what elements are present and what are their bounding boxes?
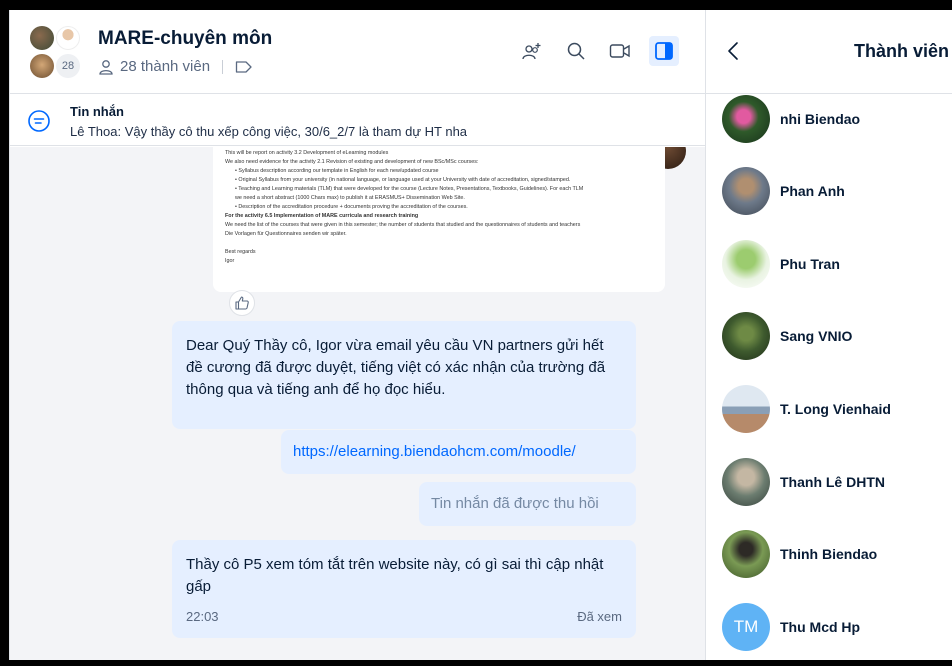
avatar	[56, 26, 80, 50]
recalled-message[interactable]: Tin nhắn đã được thu hồi	[419, 482, 636, 526]
members-panel: Thành viên nhi Biendao Phan Anh Phu Tran…	[705, 10, 952, 660]
pinned-text: Lê Thoa: Vậy thầy cô thu xếp công việc, …	[70, 124, 468, 139]
divider	[222, 59, 224, 74]
member-item[interactable]: Thinh Biendao	[722, 530, 952, 578]
tag-icon[interactable]	[235, 60, 253, 74]
pinned-message-bar[interactable]: Tin nhắn Lê Thoa: Vậy thầy cô thu xếp cô…	[10, 94, 705, 146]
message-link[interactable]: https://elearning.biendaohcm.com/moodle/	[293, 443, 576, 460]
avatar	[30, 26, 54, 50]
back-arrow-icon[interactable]	[726, 40, 740, 62]
member-item[interactable]: Sang VNIO	[722, 312, 952, 360]
doc-line: • Syllabus description according our tem…	[235, 168, 439, 174]
pinned-title: Tin nhắn	[70, 104, 124, 119]
avatar	[722, 95, 770, 143]
doc-line: Die Vorlagen für Questionnaires senden w…	[225, 231, 347, 237]
screen-border	[0, 0, 952, 10]
doc-line: We need the list of the courses that wer…	[225, 222, 581, 228]
screen-border	[0, 0, 9, 666]
chat-pane: 28 MARE-chuyên môn 28 thành viên Tin nhắ…	[9, 10, 705, 660]
member-name: Thanh Lê DHTN	[780, 474, 885, 490]
member-name: Phu Tran	[780, 256, 840, 272]
doc-line: For the activity 6.5 Implementation of M…	[225, 213, 419, 219]
thumbs-up-icon	[235, 296, 249, 310]
user-icon	[99, 59, 113, 75]
toggle-panel-button[interactable]	[649, 36, 679, 66]
doc-line: Best regards	[225, 249, 256, 255]
panel-title: Thành viên	[854, 41, 950, 61]
search-button[interactable]	[561, 36, 591, 66]
message-text: Tin nhắn đã được thu hồi	[431, 495, 599, 512]
member-name: Thu Mcd Hp	[780, 619, 861, 635]
doc-line: • Teaching and Learning materials (TLM) …	[235, 186, 584, 192]
member-item[interactable]: Phu Tran	[722, 240, 952, 288]
avatar-initials: TM	[722, 603, 770, 651]
avatar	[722, 240, 770, 288]
chat-header: 28 MARE-chuyên môn 28 thành viên	[10, 10, 705, 94]
doc-line: we need a short abstract (1000 Chars max…	[235, 195, 465, 201]
add-member-button[interactable]	[517, 36, 547, 66]
message-list[interactable]: This will be report on activity 3.2 Deve…	[10, 147, 705, 660]
doc-line: • Original Syllabus from your university…	[235, 177, 571, 183]
video-icon	[609, 44, 630, 58]
message-meta: 22:03 Đã xem	[186, 606, 622, 628]
panel-icon	[655, 42, 673, 60]
panel-header: Thành viên	[706, 10, 952, 94]
search-icon	[567, 42, 585, 60]
group-avatar[interactable]: 28	[26, 24, 86, 80]
member-name: T. Long Vienhaid	[780, 401, 891, 417]
member-name: Sang VNIO	[780, 328, 853, 344]
member-item[interactable]: nhi Biendao	[722, 95, 952, 143]
member-item[interactable]: Phan Anh	[722, 167, 952, 215]
member-item[interactable]: T. Long Vienhaid	[722, 385, 952, 433]
avatar-count: 28	[56, 54, 80, 78]
message-bubble[interactable]: Dear Quý Thầy cô, Igor vừa email yêu cầu…	[172, 321, 636, 429]
doc-line: This will be report on activity 3.2 Deve…	[225, 150, 389, 156]
member-item[interactable]: Thanh Lê DHTN	[722, 458, 952, 506]
avatar	[722, 530, 770, 578]
video-call-button[interactable]	[605, 36, 635, 66]
reaction-button[interactable]	[229, 290, 255, 316]
message-text: Dear Quý Thầy cô, Igor vừa email yêu cầu…	[186, 337, 606, 398]
avatar	[722, 312, 770, 360]
app-window: 28 MARE-chuyên môn 28 thành viên Tin nhắ…	[0, 0, 952, 666]
avatar	[30, 54, 54, 78]
message-text: Thầy cô P5 xem tóm tắt trên website này,…	[186, 556, 604, 595]
member-name: nhi Biendao	[780, 111, 861, 127]
doc-line: • Description of the accreditation proce…	[235, 204, 468, 210]
message-bubble[interactable]: Thầy cô P5 xem tóm tắt trên website này,…	[172, 540, 636, 638]
avatar	[722, 167, 770, 215]
seen-status: Đã xem	[577, 609, 622, 624]
doc-line: Igor	[225, 258, 235, 264]
screen-border	[0, 660, 952, 666]
member-item[interactable]: TM Thu Mcd Hp	[722, 603, 952, 651]
doc-line: We also need evidence for the activity 2…	[225, 159, 479, 165]
group-subtitle: 28 thành viên	[98, 58, 253, 75]
message-bubble[interactable]: https://elearning.biendaohcm.com/moodle/	[281, 430, 636, 474]
avatar	[722, 458, 770, 506]
avatar	[722, 385, 770, 433]
member-name: Phan Anh	[780, 183, 845, 199]
group-title[interactable]: MARE-chuyên môn	[98, 28, 272, 50]
doc-line	[225, 239, 653, 248]
message-time: 22:03	[186, 609, 219, 624]
add-user-icon	[522, 43, 541, 60]
member-name: Thinh Biendao	[780, 546, 878, 562]
member-count[interactable]: 28 thành viên	[120, 58, 210, 75]
email-screenshot-image[interactable]: This will be report on activity 3.2 Deve…	[213, 147, 665, 292]
header-actions	[517, 36, 679, 66]
message-icon	[28, 110, 50, 132]
